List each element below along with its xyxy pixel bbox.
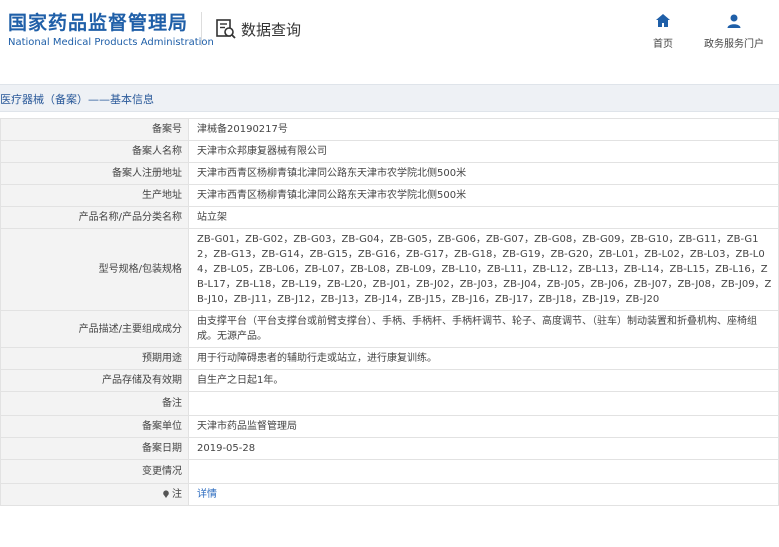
row-value: 天津市西青区杨柳青镇北津同公路东天津市农学院北侧500米 xyxy=(188,162,779,185)
row-value: 津械备20190217号 xyxy=(188,118,779,141)
row-label: 备案人名称 xyxy=(0,140,189,163)
nav-gov-label: 政务服务门户 xyxy=(704,39,764,50)
row-label: 备案人注册地址 xyxy=(0,162,189,185)
site-logo-en: National Medical Products Administration xyxy=(8,37,214,48)
row-label: 生产地址 xyxy=(0,184,189,207)
note-label: 注 xyxy=(172,489,182,500)
row-value: ZB-G01，ZB-G02，ZB-G03，ZB-G04，ZB-G05，ZB-G0… xyxy=(188,228,779,311)
table-row: 变更情况 xyxy=(0,459,779,484)
table-row: 生产地址 天津市西青区杨柳青镇北津同公路东天津市农学院北侧500米 xyxy=(0,184,779,207)
table-row: 备案人名称 天津市众邦康复器械有限公司 xyxy=(0,140,779,163)
data-query-label: 数据查询 xyxy=(241,20,302,39)
table-row: 型号规格/包装规格 ZB-G01，ZB-G02，ZB-G03，ZB-G04，ZB… xyxy=(0,228,779,311)
row-value: 自生产之日起1年。 xyxy=(188,369,779,392)
table-row: 产品存储及有效期 自生产之日起1年。 xyxy=(0,369,779,392)
row-value xyxy=(188,391,779,416)
row-value: 站立架 xyxy=(188,206,779,229)
row-label: 产品存储及有效期 xyxy=(0,369,189,392)
row-label: 产品名称/产品分类名称 xyxy=(0,206,189,229)
row-label: 备案号 xyxy=(0,118,189,141)
table-row: 产品描述/主要组成成分 由支撑平台（平台支撑台或前臂支撑台）、手柄、手柄杆、手柄… xyxy=(0,310,779,348)
user-icon xyxy=(727,14,741,28)
data-query-title: 数据查询 xyxy=(215,18,301,40)
row-label: 产品描述/主要组成成分 xyxy=(0,310,189,348)
nav-gov-portal[interactable]: 政务服务门户 xyxy=(702,12,766,50)
table-row: 预期用途 用于行动障碍患者的辅助行走或站立，进行康复训练。 xyxy=(0,347,779,370)
row-value: 天津市众邦康复器械有限公司 xyxy=(188,140,779,163)
row-value: 由支撑平台（平台支撑台或前臂支撑台）、手柄、手柄杆、手柄杆调节、轮子、高度调节、… xyxy=(188,310,779,348)
row-value xyxy=(188,459,779,484)
row-value: 天津市西青区杨柳青镇北津同公路东天津市农学院北侧500米 xyxy=(188,184,779,207)
row-label: 备案日期 xyxy=(0,437,189,460)
header-divider xyxy=(201,12,202,46)
row-label: 变更情况 xyxy=(0,459,189,484)
table-row: 备案号 津械备20190217号 xyxy=(0,118,779,141)
data-query-icon xyxy=(215,18,237,40)
nav-home-label: 首页 xyxy=(653,39,673,50)
site-logo-cn[interactable]: 国家药品监督管理局 xyxy=(8,8,188,35)
table-row: 注 详情 xyxy=(0,483,779,506)
breadcrumb-text: 医疗器械（备案）——基本信息 xyxy=(0,93,154,106)
site-header: 国家药品监督管理局 National Medical Products Admi… xyxy=(0,0,779,68)
table-row: 备注 xyxy=(0,391,779,416)
breadcrumb: 医疗器械（备案）——基本信息 xyxy=(0,84,779,112)
home-icon xyxy=(656,14,670,27)
nav-home[interactable]: 首页 xyxy=(648,12,678,50)
row-label: 型号规格/包装规格 xyxy=(0,228,189,311)
table-row: 备案人注册地址 天津市西青区杨柳青镇北津同公路东天津市农学院北侧500米 xyxy=(0,162,779,185)
row-label: 预期用途 xyxy=(0,347,189,370)
note-value: 详情 xyxy=(188,483,779,506)
row-label: 备注 xyxy=(0,391,189,416)
table-row: 备案单位 天津市药品监督管理局 xyxy=(0,415,779,438)
row-label: 备案单位 xyxy=(0,415,189,438)
row-value: 天津市药品监督管理局 xyxy=(188,415,779,438)
row-value: 2019-05-28 xyxy=(188,437,779,460)
pin-icon xyxy=(163,490,169,498)
record-detail-table: 备案号 津械备20190217号 备案人名称 天津市众邦康复器械有限公司 备案人… xyxy=(0,118,779,506)
table-row: 产品名称/产品分类名称 站立架 xyxy=(0,206,779,229)
details-link[interactable]: 详情 xyxy=(197,489,217,500)
table-row: 备案日期 2019-05-28 xyxy=(0,437,779,460)
row-value: 用于行动障碍患者的辅助行走或站立，进行康复训练。 xyxy=(188,347,779,370)
note-label-cell: 注 xyxy=(0,483,189,506)
